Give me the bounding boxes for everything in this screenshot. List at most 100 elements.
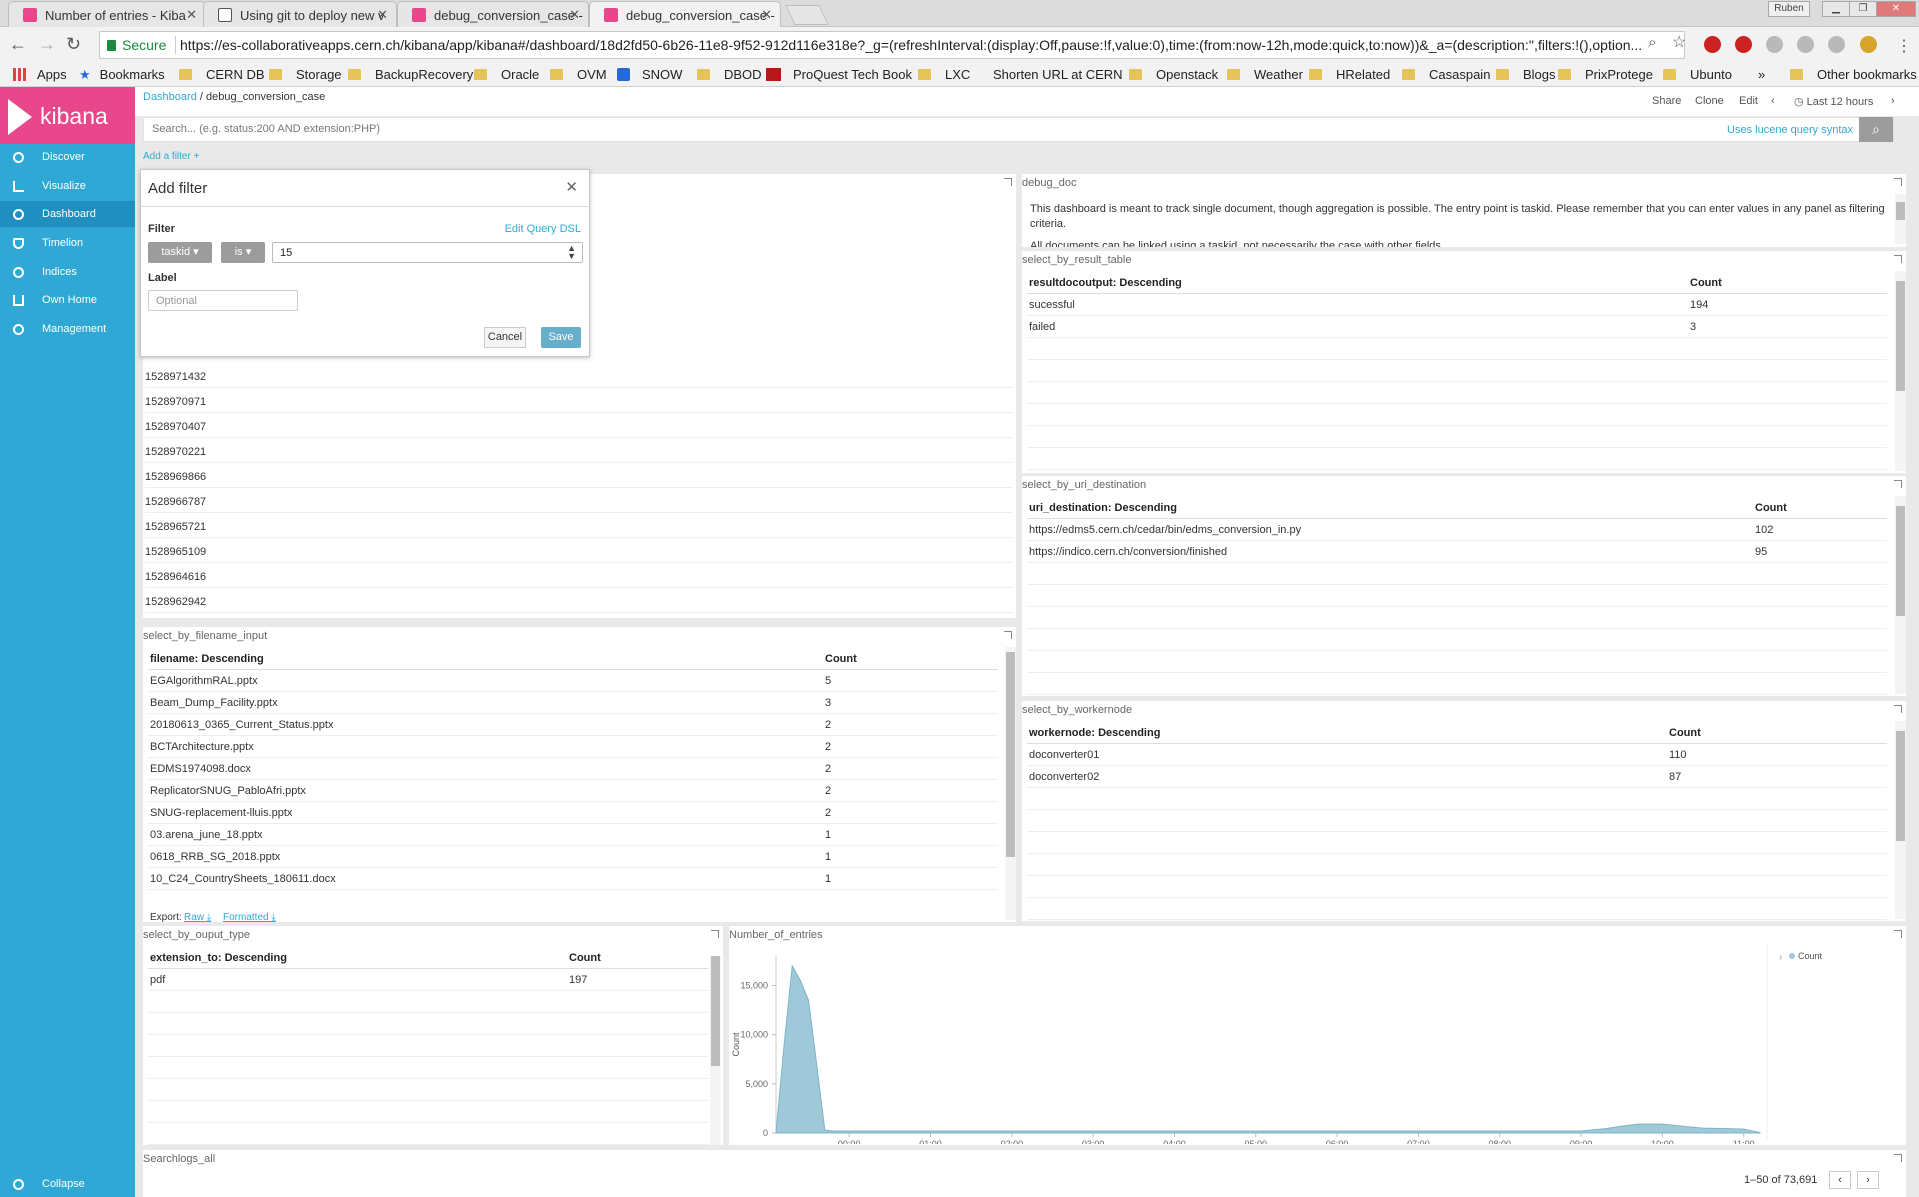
prev-page-button[interactable]: ‹ <box>1829 1171 1851 1189</box>
taskid-value[interactable]: 1528966787 <box>145 496 206 508</box>
close-tab-icon[interactable]: ✕ <box>377 7 388 23</box>
bookmark-ubunto[interactable]: Ubunto <box>1663 67 1732 82</box>
bookmark-snow[interactable]: SNOW <box>617 67 682 82</box>
table-cell-term[interactable]: EGAlgorithmRAL.pptx <box>150 675 258 687</box>
cancel-button[interactable]: Cancel <box>484 327 526 348</box>
nav-visualize[interactable]: Visualize <box>0 173 135 199</box>
taskid-value[interactable]: 1528970221 <box>145 446 206 458</box>
edit-query-dsl-link[interactable]: Edit Query DSL <box>505 223 581 235</box>
bookmark-openstack[interactable]: Openstack <box>1129 67 1218 82</box>
bookmark-apps[interactable]: Apps <box>13 67 67 82</box>
restore-icon[interactable]: ❐ <box>1849 1 1877 17</box>
opera-extension-icon[interactable] <box>1704 36 1721 53</box>
nav-discover[interactable]: Discover <box>0 144 135 170</box>
url-bar[interactable]: Secure https://es-collaborativeapps.cern… <box>99 31 1685 59</box>
bookmark-prixprotege[interactable]: PrixProtege <box>1558 67 1653 82</box>
adblock-extension-icon[interactable] <box>1735 36 1752 53</box>
taskid-value[interactable]: 1528964616 <box>145 571 206 583</box>
back-arrow-icon[interactable]: ← <box>9 35 27 53</box>
url-text[interactable]: https://es-collaborativeapps.cern.ch/kib… <box>180 37 1660 53</box>
taskid-value[interactable]: 1528965721 <box>145 521 206 533</box>
column-header-term[interactable]: uri_destination: Descending <box>1029 502 1177 514</box>
close-icon[interactable]: ✕ <box>565 178 578 196</box>
new-tab-button[interactable] <box>785 5 829 25</box>
column-header-term[interactable]: filename: Descending <box>150 653 264 665</box>
expand-icon[interactable] <box>1894 705 1902 713</box>
column-header-count[interactable]: Count <box>1755 502 1787 514</box>
add-filter-link[interactable]: Add a filter + <box>143 151 199 162</box>
column-header-count[interactable]: Count <box>1690 277 1722 289</box>
number-spinner-icon[interactable]: ▲ ▼ <box>567 244 576 261</box>
bookmark-weather[interactable]: Weather <box>1227 67 1303 82</box>
bookmark-star-icon[interactable]: ☆ <box>1672 34 1686 52</box>
taskid-value[interactable]: 1528970407 <box>145 421 206 433</box>
reload-icon[interactable]: ↻ <box>66 35 81 53</box>
taskid-value[interactable]: 1528962942 <box>145 596 206 608</box>
table-cell-term[interactable]: ReplicatorSNUG_PabloAfri.pptx <box>150 785 306 797</box>
expand-icon[interactable] <box>1004 631 1012 639</box>
table-cell-term[interactable]: sucessful <box>1029 299 1075 311</box>
bookmark-blogs[interactable]: Blogs <box>1496 67 1556 82</box>
bookmark-lxc[interactable]: LXC <box>918 67 970 82</box>
nav-dashboard[interactable]: Dashboard <box>0 201 135 227</box>
table-cell-term[interactable]: 20180613_0365_Current_Status.pptx <box>150 719 333 731</box>
edit-button[interactable]: Edit <box>1739 95 1758 107</box>
export-formatted-link[interactable]: Formatted ⤓ <box>223 912 276 923</box>
next-page-button[interactable]: › <box>1857 1171 1879 1189</box>
close-tab-icon[interactable]: ✕ <box>761 7 772 23</box>
extension-icon[interactable] <box>1766 36 1783 53</box>
bookmark-proquest[interactable]: ProQuest Tech Book <box>766 67 912 82</box>
taskid-value[interactable]: 1528970971 <box>145 396 206 408</box>
breadcrumb-dashboard-link[interactable]: Dashboard <box>143 91 197 103</box>
scrollbar[interactable] <box>1895 721 1906 919</box>
clone-button[interactable]: Clone <box>1695 95 1724 107</box>
bookmark-backuprecovery[interactable]: BackupRecovery <box>348 67 473 82</box>
table-cell-term[interactable]: 10_C24_CountrySheets_180611.docx <box>150 873 336 885</box>
extension-icon[interactable] <box>1797 36 1814 53</box>
table-cell-term[interactable]: EDMS1974098.docx <box>150 763 251 775</box>
bookmark-casaspain[interactable]: Casaspain <box>1402 67 1490 82</box>
expand-icon[interactable] <box>711 930 719 938</box>
table-cell-term[interactable]: doconverter02 <box>1029 771 1099 783</box>
table-cell-term[interactable]: 03.arena_june_18.pptx <box>150 829 263 841</box>
close-tab-icon[interactable]: ✕ <box>569 7 580 23</box>
expand-icon[interactable] <box>1894 178 1902 186</box>
bookmark-storage[interactable]: Storage <box>269 67 342 82</box>
browser-menu-icon[interactable]: ⋮ <box>1896 36 1912 56</box>
taskid-value[interactable]: 1528971432 <box>145 371 206 383</box>
area-series-count[interactable] <box>775 964 1761 1134</box>
export-raw-link[interactable]: Raw ⤓ <box>184 912 211 923</box>
bookmark-hrelated[interactable]: HRelated <box>1309 67 1390 82</box>
close-tab-icon[interactable]: ✕ <box>186 7 197 23</box>
column-header-term[interactable]: resultdocoutput: Descending <box>1029 277 1182 289</box>
column-header-count[interactable]: Count <box>825 653 857 665</box>
time-prev-icon[interactable]: ‹ <box>1771 95 1775 107</box>
taskid-value[interactable]: 1528965109 <box>145 546 206 558</box>
nav-management[interactable]: Management <box>0 316 135 342</box>
bookmark-shorten-url[interactable]: Shorten URL at CERN <box>978 67 1123 82</box>
field-select[interactable]: taskid ▾ <box>148 242 212 263</box>
bookmarks-overflow[interactable]: » <box>1758 67 1765 82</box>
column-header-term[interactable]: workernode: Descending <box>1029 727 1160 739</box>
profile-badge[interactable]: Ruben <box>1768 1 1810 17</box>
table-cell-term[interactable]: https://edms5.cern.ch/cedar/bin/edms_con… <box>1029 524 1301 536</box>
table-cell-term[interactable]: failed <box>1029 321 1055 333</box>
scrollbar[interactable] <box>710 956 721 1145</box>
nav-own-home[interactable]: Own Home <box>0 287 135 313</box>
scrollbar[interactable] <box>1895 194 1906 244</box>
expand-icon[interactable] <box>1894 255 1902 263</box>
legend-toggle-icon[interactable]: › <box>1779 952 1782 963</box>
expand-icon[interactable] <box>1894 480 1902 488</box>
chrome-profile-icon[interactable] <box>1860 36 1877 53</box>
table-cell-term[interactable]: 0618_RRB_SG_2018.pptx <box>150 851 280 863</box>
legend-item-count[interactable]: Count <box>1798 951 1823 961</box>
table-cell-term[interactable]: SNUG-replacement-lluis.pptx <box>150 807 292 819</box>
extension-icon[interactable] <box>1828 36 1845 53</box>
table-cell-term[interactable]: pdf <box>150 974 165 986</box>
browser-tab[interactable]: Number of entries - Kiba ✕ <box>8 1 206 27</box>
search-input[interactable]: Search... (e.g. status:200 AND extension… <box>152 123 380 135</box>
value-input[interactable]: 15 ▲ ▼ <box>272 242 583 263</box>
zoom-search-icon[interactable]: ⌕ <box>1648 34 1656 52</box>
expand-icon[interactable] <box>1894 1154 1902 1162</box>
nav-timelion[interactable]: Timelion <box>0 230 135 256</box>
